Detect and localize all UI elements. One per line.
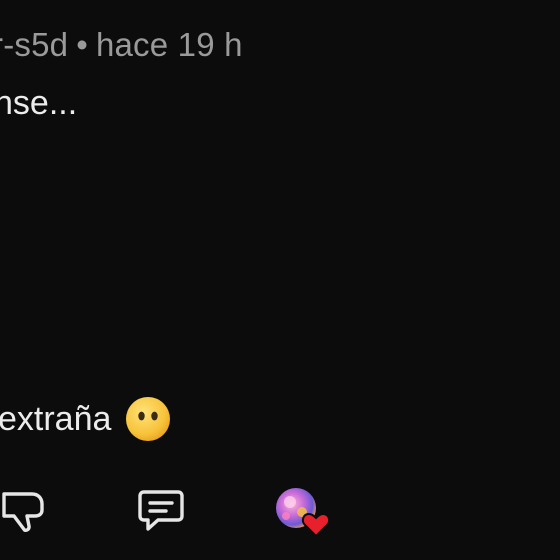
post-body-text: nse... <box>0 84 78 122</box>
comment-icon <box>138 490 184 531</box>
comment-button[interactable] <box>136 486 186 536</box>
post-meta: r-s5d•hace 19 h <box>0 26 243 64</box>
author-name[interactable]: r-s5d <box>0 26 68 63</box>
dislike-button[interactable] <box>0 486 50 536</box>
meta-separator: • <box>76 26 88 63</box>
thumbs-down-icon <box>2 492 44 532</box>
award-heart-icon <box>276 488 331 538</box>
face-without-mouth-emoji <box>125 396 171 442</box>
post-caption: extraña <box>0 396 171 442</box>
post-action-bar <box>0 486 560 538</box>
caption-text: extraña <box>0 399 112 438</box>
award-button[interactable] <box>272 486 334 538</box>
post-time: hace 19 h <box>95 26 243 63</box>
